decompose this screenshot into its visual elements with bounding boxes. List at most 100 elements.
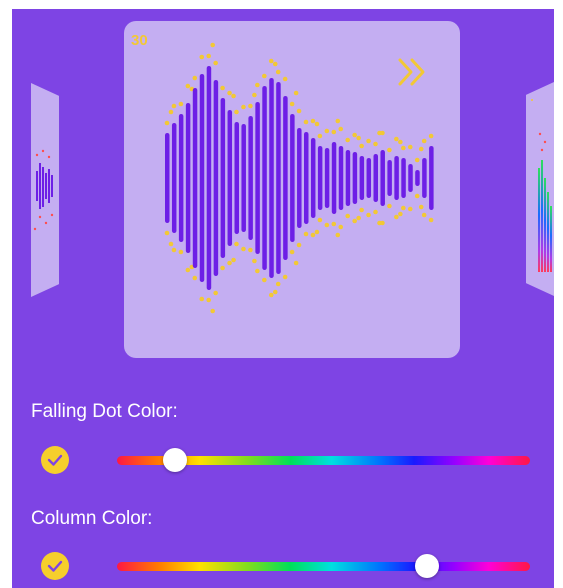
waveform-column [269,78,274,278]
falling-dot [268,58,274,64]
falling-dot [206,297,211,303]
falling-dot [220,265,225,271]
waveform-column [422,158,427,198]
waveform-column [408,164,413,192]
waveform-column [255,102,260,254]
previous-style-preview[interactable] [31,83,59,297]
falling-dot [414,193,420,199]
falling-dot [293,90,299,96]
falling-dot [428,217,434,223]
waveform-column [394,156,399,200]
check-icon [47,560,63,572]
falling-dot-color-slider-thumb[interactable] [162,448,187,472]
falling-dot [262,277,267,283]
falling-dot [335,232,341,238]
falling-dot [272,289,278,295]
next-style-thumbnail [531,99,552,272]
falling-dot [241,104,246,110]
falling-dot [356,215,361,221]
falling-dot [310,118,316,124]
waveform-column [331,142,337,214]
falling-dot [296,108,302,114]
falling-dot [394,136,399,142]
falling-dot [199,296,205,302]
fast-forward-icon[interactable] [396,57,430,87]
falling-dot [282,76,288,82]
waveform-column [373,154,378,202]
falling-dot [248,103,253,109]
column-color-toggle[interactable] [41,552,69,580]
next-style-preview[interactable] [526,82,554,296]
falling-dot [407,206,413,212]
falling-dot [398,139,403,145]
column-color-label: Column Color: [31,508,153,529]
falling-dot [262,73,267,79]
falling-dot [227,260,232,266]
falling-dot [335,118,341,124]
falling-dot [255,268,260,274]
falling-dot [418,204,424,210]
falling-dot [314,229,320,235]
falling-dot [380,130,385,136]
falling-dot [314,121,320,127]
visualizer-card[interactable]: 30 [124,21,460,358]
falling-dot [398,211,403,217]
waveform-column [248,116,253,240]
falling-dot [192,275,198,281]
falling-dot [210,42,215,48]
waveform-column [185,103,191,253]
falling-dot [252,92,257,98]
falling-dot [185,267,191,273]
waveform-column [290,114,295,242]
column-color-slider[interactable] [117,554,530,578]
falling-dot [255,82,260,88]
falling-dot [178,249,184,255]
falling-dot [234,241,239,247]
falling-dot [206,53,211,59]
falling-dot [414,157,420,163]
falling-dot [272,61,278,67]
falling-dot [331,129,337,135]
falling-dot [213,290,218,296]
falling-dot [331,221,337,227]
falling-dot [338,224,344,230]
falling-dot [352,218,357,224]
falling-dot [401,205,406,211]
falling-dot [359,207,364,213]
check-icon [47,454,63,466]
waveform-column [165,133,170,223]
falling-dot [231,93,236,99]
falling-dot [407,144,413,150]
falling-dot [289,101,295,107]
column-color-slider-thumb[interactable] [414,554,439,578]
waveform-column [262,86,267,270]
falling-dot [373,209,378,215]
falling-dot [289,249,295,255]
waveform-column [171,123,177,233]
falling-dot [421,138,427,144]
waveform-column [234,122,239,234]
previous-style-thumbnail [33,149,54,231]
falling-dot [227,90,232,96]
falling-dot [296,242,302,248]
waveform-column [304,132,309,224]
waveform-column [206,66,212,290]
falling-dot [192,75,198,81]
falling-dot [373,141,378,147]
falling-dot [356,135,361,141]
falling-dot-color-toggle[interactable] [41,446,69,474]
falling-dot [199,54,205,60]
waveform-column [324,148,330,208]
waveform-column [359,156,365,200]
waveform-column [310,138,316,218]
falling-dot-color-slider[interactable] [117,448,530,472]
falling-dot [317,133,323,139]
falling-dot [275,281,281,287]
falling-dot [387,203,392,209]
waveform-column [178,114,184,242]
falling-dot [394,214,399,220]
falling-dot [168,109,174,115]
falling-dot [418,146,424,152]
falling-dot [178,101,184,107]
falling-dot [164,120,170,126]
